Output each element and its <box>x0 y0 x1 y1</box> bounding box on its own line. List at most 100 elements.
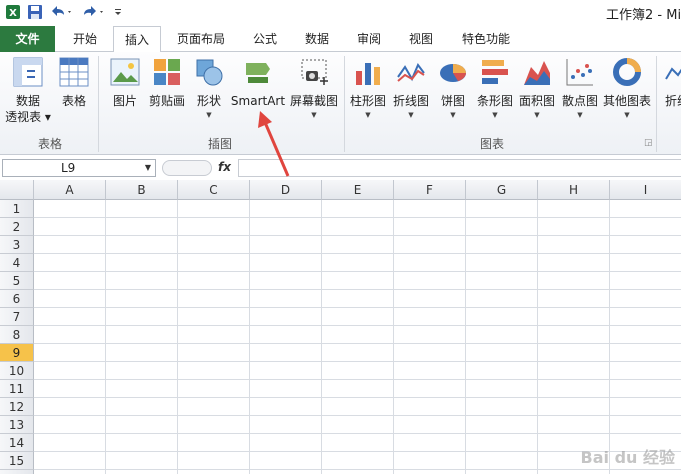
group-label-illustrations: 插图 <box>208 137 233 151</box>
column-header[interactable]: D <box>250 180 322 200</box>
column-header[interactable]: G <box>466 180 538 200</box>
sparkline-button[interactable]: 折线 <box>662 56 681 108</box>
tab-home[interactable]: 开始 <box>62 26 108 52</box>
cell-area[interactable] <box>34 200 681 474</box>
ribbon-separator <box>344 56 345 152</box>
row-header[interactable]: 11 <box>0 380 34 398</box>
row-header[interactable]: 1 <box>0 200 34 218</box>
tab-review[interactable]: 审阅 <box>348 26 390 52</box>
other-charts-button[interactable]: 其他图表 ▼ <box>602 56 652 120</box>
spreadsheet-grid: ABCDEFGHI 12345678910111213141516 <box>0 180 681 474</box>
pivot-table-button[interactable]: 数据 透视表 ▾ <box>5 56 51 124</box>
tab-formulas[interactable]: 公式 <box>244 26 286 52</box>
ribbon-separator <box>656 56 657 152</box>
customize-icon[interactable] <box>112 3 124 21</box>
ribbon: 数据 透视表 ▾ 表格 表格 图片 剪贴画 形状 ▼ SmartArt 屏幕截图… <box>0 52 681 155</box>
tab-data[interactable]: 数据 <box>296 26 338 52</box>
column-header[interactable]: F <box>394 180 466 200</box>
row-header[interactable]: 12 <box>0 398 34 416</box>
undo-icon[interactable] <box>48 3 74 21</box>
window-title: 工作簿2 - Mi <box>606 8 681 23</box>
dialog-launcher-icon[interactable]: ◲ <box>644 138 653 148</box>
picture-button[interactable]: 图片 <box>106 56 144 108</box>
table-icon <box>58 56 90 88</box>
row-header[interactable]: 8 <box>0 326 34 344</box>
shapes-icon <box>193 56 225 88</box>
row-header[interactable]: 15 <box>0 452 34 470</box>
group-label-charts: 图表 <box>480 137 505 151</box>
tab-insert[interactable]: 插入 <box>113 26 161 53</box>
chevron-down-icon[interactable]: ▼ <box>145 160 151 176</box>
row-header[interactable]: 16 <box>0 470 34 474</box>
pivot-table-icon <box>12 56 44 88</box>
column-header[interactable]: A <box>34 180 106 200</box>
bar-chart-button[interactable]: 条形图 ▼ <box>474 56 516 120</box>
chevron-down-icon: ▼ <box>408 111 414 119</box>
row-header[interactable]: 7 <box>0 308 34 326</box>
area-chart-icon <box>521 56 553 88</box>
ribbon-separator <box>98 56 99 152</box>
chevron-down-icon: ▼ <box>450 111 456 119</box>
row-header[interactable]: 9 <box>0 344 34 362</box>
line-chart-button[interactable]: 折线图 ▼ <box>391 56 431 120</box>
scatter-chart-icon <box>564 56 596 88</box>
shapes-button[interactable]: 形状 ▼ <box>193 56 225 120</box>
row-header[interactable]: 13 <box>0 416 34 434</box>
select-all-corner[interactable] <box>0 180 34 200</box>
tab-view[interactable]: 视图 <box>400 26 442 52</box>
row-header[interactable]: 6 <box>0 290 34 308</box>
screenshot-icon <box>298 56 330 88</box>
group-label-tables: 表格 <box>38 137 63 151</box>
formula-input[interactable] <box>238 159 681 177</box>
chevron-down-icon: ▼ <box>311 111 317 119</box>
tab-special[interactable]: 特色功能 <box>452 26 520 52</box>
row-header[interactable]: 10 <box>0 362 34 380</box>
column-header[interactable]: H <box>538 180 610 200</box>
chevron-down-icon: ▼ <box>206 111 212 119</box>
donut-chart-icon <box>611 56 643 88</box>
quick-access-toolbar: X 工作簿2 - Mi <box>0 0 681 26</box>
insert-function-button[interactable]: fx <box>218 160 231 174</box>
chevron-down-icon: ▼ <box>577 111 583 119</box>
table-button[interactable]: 表格 <box>56 56 92 108</box>
smartart-icon <box>242 56 274 88</box>
row-header[interactable]: 14 <box>0 434 34 452</box>
svg-text:X: X <box>9 8 17 19</box>
line-chart-icon <box>395 56 427 88</box>
column-chart-icon <box>352 56 384 88</box>
name-box[interactable]: L9 ▼ <box>2 159 156 177</box>
picture-icon <box>109 56 141 88</box>
tab-page-layout[interactable]: 页面布局 <box>170 26 232 52</box>
formula-bar: L9 ▼ fx <box>0 157 681 179</box>
redo-icon[interactable] <box>80 3 106 21</box>
chevron-down-icon: ▼ <box>492 111 498 119</box>
scatter-chart-button[interactable]: 散点图 ▼ <box>560 56 600 120</box>
save-icon[interactable] <box>26 3 44 21</box>
watermark: Bai du 经验 <box>580 448 675 467</box>
tab-file[interactable]: 文件 <box>0 26 55 52</box>
pie-chart-button[interactable]: 饼图 ▼ <box>436 56 470 120</box>
clipart-icon <box>151 56 183 88</box>
area-chart-button[interactable]: 面积图 ▼ <box>517 56 557 120</box>
formula-scroll-handle[interactable] <box>162 160 212 176</box>
row-header[interactable]: 3 <box>0 236 34 254</box>
chevron-down-icon: ▼ <box>365 111 371 119</box>
sparkline-icon <box>662 56 681 88</box>
column-header[interactable]: B <box>106 180 178 200</box>
smartart-button[interactable]: SmartArt <box>230 56 286 108</box>
chevron-down-icon: ▼ <box>624 111 630 119</box>
row-header[interactable]: 4 <box>0 254 34 272</box>
column-header[interactable]: E <box>322 180 394 200</box>
row-header[interactable]: 2 <box>0 218 34 236</box>
clipart-button[interactable]: 剪贴画 <box>146 56 188 108</box>
pie-chart-icon <box>437 56 469 88</box>
excel-app-icon: X <box>4 3 22 21</box>
screenshot-button[interactable]: 屏幕截图 ▼ <box>288 56 340 120</box>
row-header[interactable]: 5 <box>0 272 34 290</box>
ribbon-tabs: 文件 开始 插入 页面布局 公式 数据 审阅 视图 特色功能 <box>0 26 681 53</box>
chevron-down-icon: ▼ <box>534 111 540 119</box>
column-header[interactable]: C <box>178 180 250 200</box>
bar-chart-icon <box>479 56 511 88</box>
column-chart-button[interactable]: 柱形图 ▼ <box>348 56 388 120</box>
column-header[interactable]: I <box>610 180 681 200</box>
